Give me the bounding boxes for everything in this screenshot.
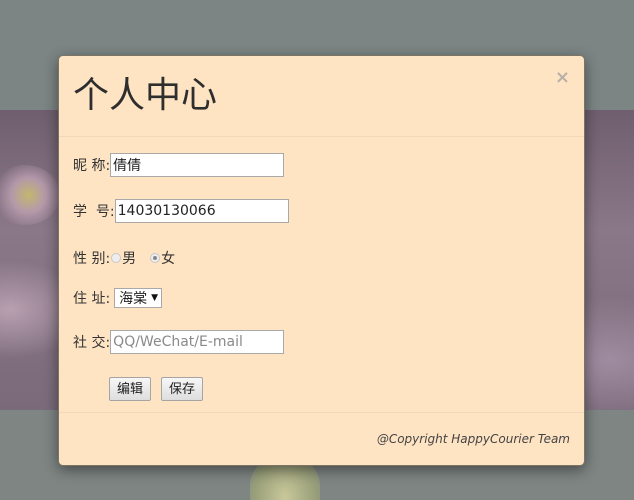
gender-option-male: 男 <box>122 251 137 267</box>
student-id-label: 学 号: <box>73 204 115 220</box>
address-select-value: 海棠 <box>119 291 148 307</box>
save-button[interactable]: 保存 <box>161 377 204 401</box>
address-select[interactable]: 海棠 ▼ <box>114 288 163 308</box>
nickname-label: 昵 称: <box>73 158 111 174</box>
modal-header: 个人中心 × <box>59 56 584 137</box>
social-input[interactable] <box>110 330 285 354</box>
gender-radio-male[interactable] <box>111 253 122 263</box>
modal-title: 个人中心 <box>73 75 218 116</box>
student-id-input[interactable] <box>114 199 289 223</box>
address-label: 住 址: <box>73 291 111 307</box>
social-row: 社 交: <box>73 330 285 354</box>
nickname-row: 昵 称: <box>73 153 285 177</box>
copyright-text: @Copyright HappyCourier Team <box>376 432 570 446</box>
modal-footer: @Copyright HappyCourier Team <box>59 412 584 465</box>
close-icon[interactable]: × <box>555 68 570 88</box>
nickname-input[interactable] <box>110 153 285 177</box>
gender-radio-female[interactable] <box>150 253 161 263</box>
modal-body: 昵 称: 学 号: 性 别: 男 女 住 址: 海棠 ▼ 社 交: <box>59 137 584 414</box>
profile-modal: 个人中心 × 昵 称: 学 号: 性 别: 男 女 住 址: 海棠 ▼ <box>58 55 585 466</box>
address-row: 住 址: 海棠 ▼ <box>73 288 163 308</box>
student-id-row: 学 号: <box>73 199 289 223</box>
chevron-down-icon: ▼ <box>151 293 159 303</box>
gender-row: 性 别: 男 女 <box>73 248 175 268</box>
edit-button[interactable]: 编辑 <box>109 377 152 401</box>
gender-option-female: 女 <box>161 251 176 267</box>
gender-label: 性 别: <box>73 251 111 267</box>
social-label: 社 交: <box>73 335 111 351</box>
